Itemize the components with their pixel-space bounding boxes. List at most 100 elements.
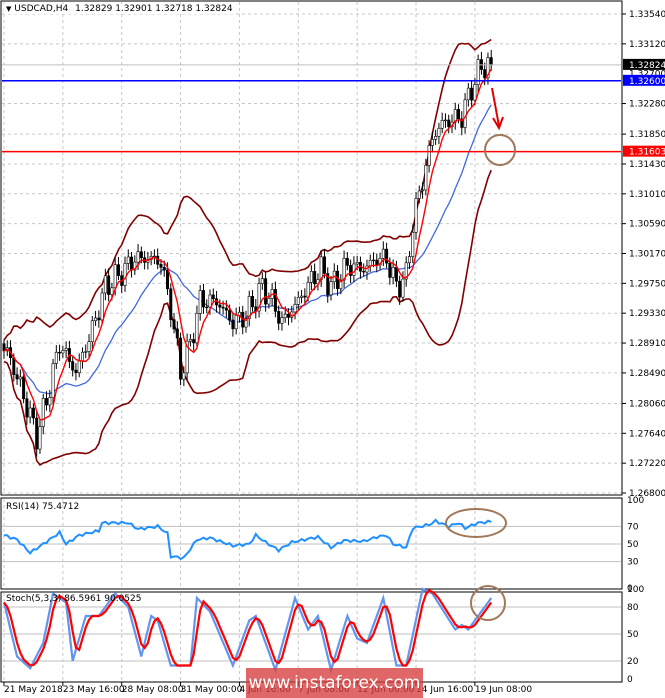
- candle: [58, 351, 62, 354]
- candle: [313, 271, 317, 285]
- candle: [48, 397, 52, 406]
- candle: [175, 328, 179, 339]
- candle: [260, 278, 264, 284]
- candle: [417, 190, 421, 199]
- ohlc-low: 1.32718: [155, 4, 193, 14]
- time-tick-label: 28 May 08:00: [122, 685, 184, 695]
- candle: [430, 139, 434, 146]
- ohlc-open: 1.32829: [75, 4, 113, 14]
- candle: [208, 294, 212, 308]
- candle: [372, 259, 376, 262]
- time-tick-label: 14 Jun 16:00: [416, 685, 473, 695]
- candle: [136, 251, 140, 263]
- ohlc-close: 1.32824: [195, 4, 233, 14]
- candle: [473, 84, 477, 101]
- rsi-level-label: 50: [627, 540, 639, 550]
- candle: [421, 189, 425, 192]
- candle: [18, 376, 22, 380]
- candle: [228, 309, 232, 321]
- candle: [300, 295, 304, 298]
- candle: [293, 304, 297, 313]
- candle: [443, 119, 447, 122]
- candle: [80, 351, 84, 362]
- candle: [41, 398, 45, 427]
- candle: [107, 275, 111, 295]
- candle: [110, 287, 114, 295]
- candle: [218, 304, 222, 308]
- price-tick-label: 1.30590: [629, 220, 665, 230]
- candle: [166, 269, 170, 290]
- candle: [470, 87, 474, 101]
- time-tick-label: 19 Jun 08:00: [475, 685, 532, 695]
- price-tick-label: 1.27220: [629, 459, 665, 469]
- candle: [28, 407, 32, 418]
- candle: [15, 374, 19, 380]
- candle: [355, 262, 359, 265]
- candle: [31, 407, 35, 419]
- candle: [221, 306, 225, 309]
- candle: [309, 271, 313, 283]
- candle: [87, 341, 91, 352]
- stoch-level-label: 100: [627, 585, 644, 595]
- collapse-triangle-icon[interactable]: ▼: [6, 5, 11, 13]
- bollinger-upper-band: [3, 38, 492, 341]
- rsi-level-label: 30: [627, 558, 639, 568]
- candle: [394, 266, 398, 282]
- candle: [283, 313, 287, 318]
- candle: [231, 319, 235, 330]
- candle: [94, 317, 98, 322]
- price-tick-label: 1.31850: [629, 130, 665, 140]
- price-tick-label: 1.31010: [629, 190, 665, 200]
- candle: [172, 319, 176, 330]
- candle: [264, 278, 268, 305]
- candle: [407, 256, 411, 264]
- symbol-label: USDCAD,H4: [14, 4, 69, 14]
- candle: [45, 398, 49, 406]
- candle: [97, 317, 101, 321]
- candle: [267, 298, 271, 305]
- stoch-level-label: 0: [627, 675, 633, 685]
- candle: [375, 259, 379, 266]
- candle: [345, 257, 349, 266]
- price-tick-label: 1.27640: [629, 429, 665, 439]
- slow-ma-line: [3, 104, 492, 395]
- candle: [25, 398, 29, 418]
- stoch-level-label: 20: [627, 657, 639, 667]
- stoch-label: Stoch(5,3,3) 86.5961 90.0525: [6, 594, 142, 604]
- candle: [398, 280, 402, 298]
- rsi-level-label: 70: [627, 522, 639, 532]
- rsi-level-label: 100: [627, 496, 644, 506]
- candle: [22, 376, 26, 400]
- red-level-label: 1.31603: [629, 148, 665, 158]
- candle: [277, 311, 281, 324]
- candle: [116, 264, 120, 276]
- candle: [130, 256, 134, 271]
- price-tick-label: 1.31430: [629, 160, 665, 170]
- candle: [483, 69, 487, 79]
- candle: [123, 263, 127, 286]
- candle: [401, 278, 405, 298]
- candle: [179, 337, 183, 380]
- candle: [74, 369, 78, 374]
- candle: [224, 307, 228, 311]
- price-tick-label: 1.29750: [629, 279, 665, 289]
- candle: [251, 296, 255, 308]
- candle: [64, 348, 68, 351]
- candle: [103, 275, 107, 294]
- candle: [424, 165, 428, 191]
- candle: [319, 256, 323, 280]
- candle: [440, 120, 444, 129]
- candle: [12, 357, 16, 375]
- candle: [195, 313, 199, 344]
- stoch-level-label: 80: [627, 603, 639, 613]
- candle: [489, 57, 493, 66]
- candle: [329, 281, 333, 296]
- price-tick-label: 1.28060: [629, 399, 665, 409]
- candle: [466, 87, 470, 101]
- price-tick-label: 1.30170: [629, 250, 665, 260]
- candle: [385, 248, 389, 264]
- candle: [54, 351, 58, 364]
- rsi-line: [3, 518, 492, 561]
- candle: [139, 251, 143, 259]
- candle: [296, 297, 300, 305]
